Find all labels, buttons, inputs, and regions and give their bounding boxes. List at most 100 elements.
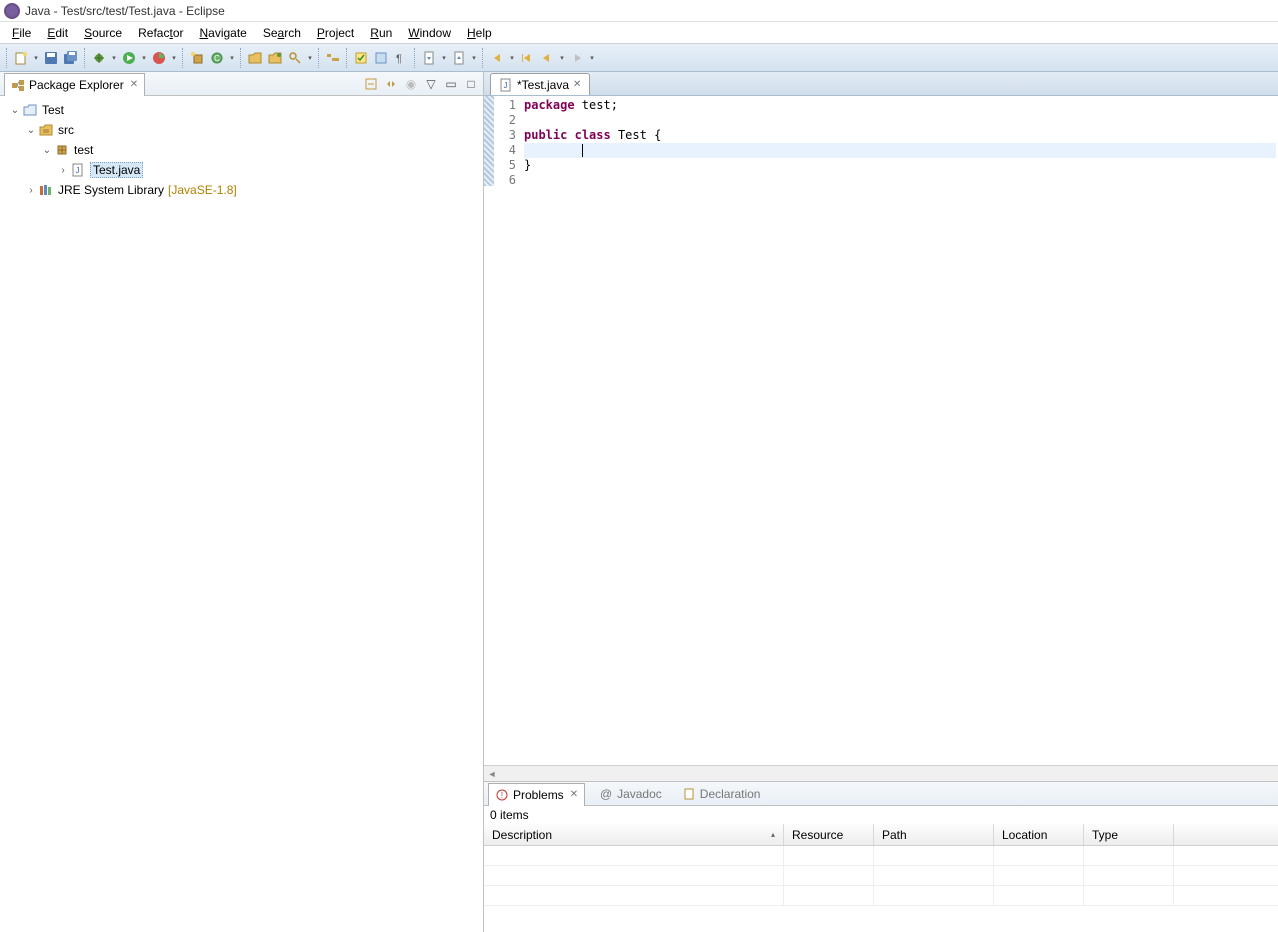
menu-window[interactable]: Window bbox=[400, 24, 459, 42]
view-menu-icon[interactable]: ▽ bbox=[423, 76, 439, 92]
menu-run[interactable]: Run bbox=[362, 24, 400, 42]
twisty-expanded-icon[interactable]: ⌄ bbox=[8, 105, 22, 116]
eclipse-icon bbox=[4, 3, 20, 19]
problems-table[interactable]: Description▴ Resource Path Location Type bbox=[484, 824, 1278, 932]
new-dropdown-icon[interactable]: ▾ bbox=[32, 49, 40, 67]
twisty-collapsed-icon[interactable]: › bbox=[56, 165, 70, 176]
twisty-expanded-icon[interactable]: ⌄ bbox=[40, 145, 54, 156]
menu-project[interactable]: Project bbox=[309, 24, 362, 42]
next-annotation-icon[interactable] bbox=[420, 49, 438, 67]
tab-javadoc[interactable]: @ Javadoc bbox=[593, 785, 668, 803]
col-path[interactable]: Path bbox=[874, 824, 994, 845]
twisty-expanded-icon[interactable]: ⌄ bbox=[24, 125, 38, 136]
table-row[interactable] bbox=[484, 846, 1278, 866]
back-to-icon[interactable] bbox=[518, 49, 536, 67]
prev-annotation-dropdown-icon[interactable]: ▾ bbox=[470, 49, 478, 67]
menu-help[interactable]: Help bbox=[459, 24, 500, 42]
maximize-icon[interactable]: □ bbox=[463, 76, 479, 92]
tree-project[interactable]: ⌄ Test bbox=[0, 100, 483, 120]
open-task-icon[interactable] bbox=[266, 49, 284, 67]
col-location[interactable]: Location bbox=[994, 824, 1084, 845]
editor-tabbar: J *Test.java ✕ bbox=[484, 72, 1278, 96]
source-folder-icon bbox=[38, 122, 54, 138]
scroll-left-icon[interactable]: ◄ bbox=[484, 769, 500, 779]
save-all-icon[interactable] bbox=[62, 49, 80, 67]
back-dropdown-icon[interactable]: ▾ bbox=[558, 49, 566, 67]
collapse-all-icon[interactable] bbox=[363, 76, 379, 92]
next-annotation-dropdown-icon[interactable]: ▾ bbox=[440, 49, 448, 67]
javadoc-icon: @ bbox=[599, 787, 613, 801]
text-cursor bbox=[582, 144, 583, 157]
package-explorer-icon bbox=[11, 78, 25, 92]
back-icon[interactable] bbox=[538, 49, 556, 67]
java-file-icon: J bbox=[70, 162, 86, 178]
focus-task-icon[interactable]: ◉ bbox=[403, 76, 419, 92]
show-whitespace-icon[interactable]: ¶ bbox=[392, 49, 410, 67]
coverage-dropdown-icon[interactable]: ▾ bbox=[170, 49, 178, 67]
last-edit-dropdown-icon[interactable]: ▾ bbox=[508, 49, 516, 67]
open-type-icon[interactable] bbox=[246, 49, 264, 67]
menu-search[interactable]: Search bbox=[255, 24, 309, 42]
new-icon[interactable] bbox=[12, 49, 30, 67]
package-explorer-tree[interactable]: ⌄ Test ⌄ src ⌄ test › J Test.java › bbox=[0, 96, 483, 932]
tab-problems-label: Problems bbox=[513, 788, 564, 802]
prev-annotation-icon[interactable] bbox=[450, 49, 468, 67]
save-icon[interactable] bbox=[42, 49, 60, 67]
tree-src-folder[interactable]: ⌄ src bbox=[0, 120, 483, 140]
editor-gutter-marker bbox=[484, 96, 494, 186]
minimize-icon[interactable]: ▭ bbox=[443, 76, 459, 92]
search-dropdown-icon[interactable]: ▾ bbox=[306, 49, 314, 67]
tab-javadoc-label: Javadoc bbox=[617, 787, 662, 801]
menu-refactor[interactable]: Refactor bbox=[130, 24, 191, 42]
table-row[interactable] bbox=[484, 886, 1278, 906]
editor-tab-testjava[interactable]: J *Test.java ✕ bbox=[490, 73, 590, 95]
tree-jre-library[interactable]: › JRE System Library [JavaSE-1.8] bbox=[0, 180, 483, 200]
link-editor-icon[interactable] bbox=[383, 76, 399, 92]
library-icon bbox=[38, 182, 54, 198]
menu-navigate[interactable]: Navigate bbox=[191, 24, 254, 42]
toggle-mark-icon[interactable] bbox=[352, 49, 370, 67]
tree-label: src bbox=[58, 123, 74, 137]
menu-edit[interactable]: Edit bbox=[39, 24, 76, 42]
forward-icon[interactable] bbox=[568, 49, 586, 67]
tree-label: Test.java bbox=[90, 162, 143, 178]
editor-line-numbers: 1 2 3 4 5 6 bbox=[494, 96, 522, 765]
new-class-icon[interactable]: C bbox=[208, 49, 226, 67]
window-title: Java - Test/src/test/Test.java - Eclipse bbox=[25, 4, 225, 18]
tree-java-file[interactable]: › J Test.java bbox=[0, 160, 483, 180]
last-edit-icon[interactable] bbox=[488, 49, 506, 67]
java-file-icon: J bbox=[499, 78, 513, 92]
toggle-block-icon[interactable] bbox=[372, 49, 390, 67]
run-dropdown-icon[interactable]: ▾ bbox=[140, 49, 148, 67]
close-icon[interactable]: ✕ bbox=[573, 79, 581, 90]
menu-file[interactable]: File bbox=[4, 24, 39, 42]
new-package-icon[interactable] bbox=[188, 49, 206, 67]
coverage-icon[interactable] bbox=[150, 49, 168, 67]
new-class-dropdown-icon[interactable]: ▾ bbox=[228, 49, 236, 67]
problems-table-header: Description▴ Resource Path Location Type bbox=[484, 824, 1278, 846]
debug-icon[interactable] bbox=[90, 49, 108, 67]
close-icon[interactable]: ✕ bbox=[130, 79, 138, 90]
tab-problems[interactable]: ! Problems ✕ bbox=[488, 783, 585, 806]
search-icon[interactable] bbox=[286, 49, 304, 67]
table-row[interactable] bbox=[484, 866, 1278, 886]
editor-body[interactable]: 1 2 3 4 5 6 package test; public class T… bbox=[484, 96, 1278, 765]
package-icon bbox=[54, 142, 70, 158]
package-explorer-tab[interactable]: Package Explorer ✕ bbox=[4, 73, 145, 96]
twisty-collapsed-icon[interactable]: › bbox=[24, 185, 38, 196]
debug-dropdown-icon[interactable]: ▾ bbox=[110, 49, 118, 67]
toggle-breadcrumb-icon[interactable] bbox=[324, 49, 342, 67]
svg-text:J: J bbox=[76, 166, 80, 175]
run-icon[interactable] bbox=[120, 49, 138, 67]
code-area[interactable]: package test; public class Test { } bbox=[522, 96, 1278, 765]
editor-area: J *Test.java ✕ 1 2 3 4 5 6 package test; bbox=[484, 72, 1278, 782]
col-resource[interactable]: Resource bbox=[784, 824, 874, 845]
tab-declaration[interactable]: Declaration bbox=[676, 785, 767, 803]
editor-horizontal-scrollbar[interactable]: ◄ bbox=[484, 765, 1278, 781]
tree-package[interactable]: ⌄ test bbox=[0, 140, 483, 160]
forward-dropdown-icon[interactable]: ▾ bbox=[588, 49, 596, 67]
col-type[interactable]: Type bbox=[1084, 824, 1174, 845]
menu-source[interactable]: Source bbox=[76, 24, 130, 42]
col-description[interactable]: Description▴ bbox=[484, 824, 784, 845]
close-icon[interactable]: ✕ bbox=[570, 789, 578, 800]
